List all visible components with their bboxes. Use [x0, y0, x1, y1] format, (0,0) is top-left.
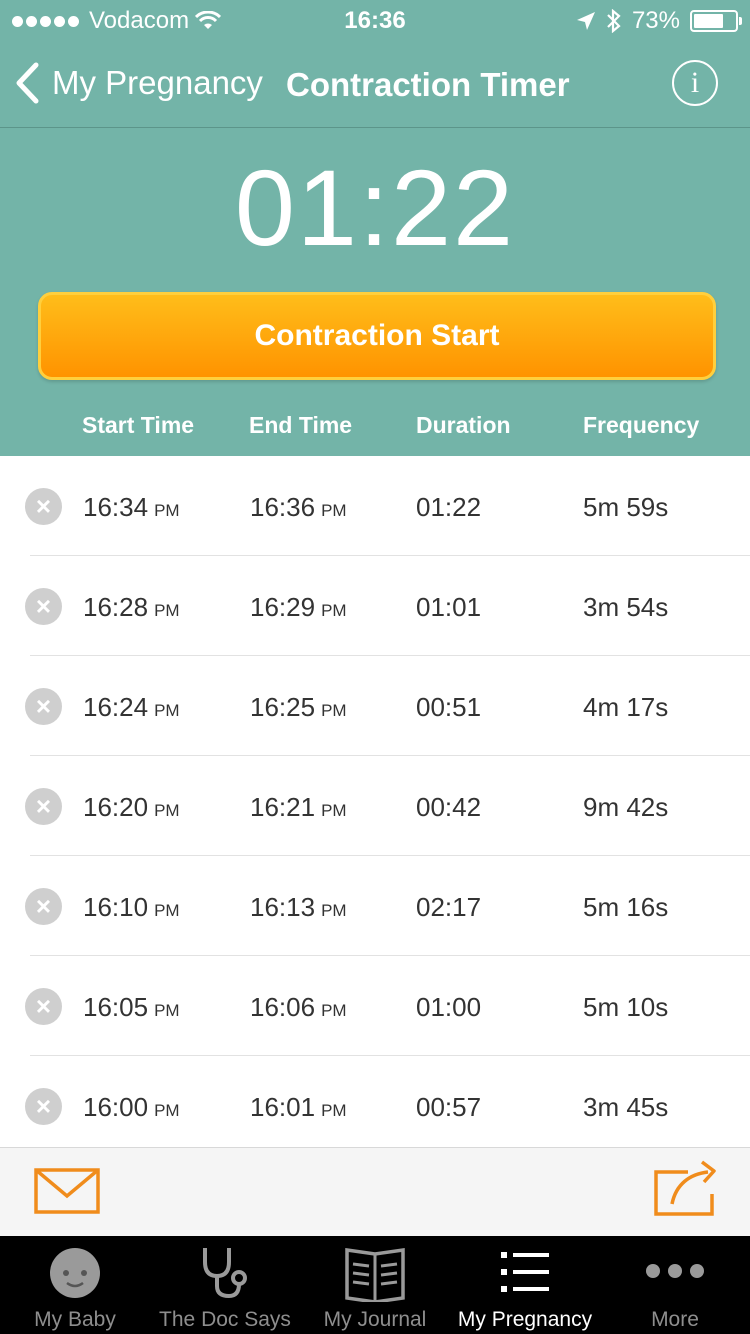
battery-percent: 73% — [631, 7, 680, 34]
tab-my-journal[interactable]: My Journal — [300, 1236, 450, 1334]
end-time-cell: 16:25 PM — [250, 692, 347, 722]
tab-my-baby[interactable]: My Baby — [0, 1236, 150, 1334]
duration-cell: 00:42 — [416, 792, 482, 822]
contraction-row: × 16:24 PM 16:25 PM 00:51 4m 17s — [0, 656, 750, 756]
start-time-cell: 16:28 PM — [83, 592, 180, 622]
stethoscope-icon — [203, 1248, 247, 1299]
start-time-cell: 16:24 PM — [83, 692, 180, 722]
contraction-row: × 16:28 PM 16:29 PM 01:01 3m 54s — [0, 556, 750, 656]
tab-the-doc-says[interactable]: The Doc Says — [150, 1236, 300, 1334]
location-arrow-icon — [576, 12, 595, 30]
tab-label: More — [651, 1308, 699, 1331]
info-button[interactable]: i — [672, 60, 718, 106]
delete-contraction-button[interactable]: × — [25, 888, 62, 925]
start-time-cell: 16:05 PM — [83, 992, 180, 1022]
delete-contraction-button[interactable]: × — [25, 588, 62, 625]
duration-cell: 00:51 — [416, 692, 482, 722]
action-toolbar — [0, 1147, 750, 1236]
end-time-cell: 16:29 PM — [250, 592, 347, 622]
start-time-cell: 16:10 PM — [83, 892, 180, 922]
page-title: Contraction Timer — [286, 66, 570, 103]
navigation-bar: My Pregnancy Contraction Timer i — [0, 40, 750, 128]
chevron-left-icon — [16, 62, 39, 104]
frequency-cell: 5m 16s — [583, 892, 669, 922]
contraction-row: × 16:05 PM 16:06 PM 01:00 5m 10s — [0, 956, 750, 1056]
delete-contraction-button[interactable]: × — [25, 688, 62, 725]
bluetooth-icon — [607, 9, 621, 33]
share-icon — [654, 1160, 716, 1216]
frequency-cell: 5m 59s — [583, 492, 669, 522]
status-bar: Vodacom 16:36 73% — [0, 0, 750, 40]
envelope-icon — [34, 1168, 100, 1214]
contraction-row: × 16:34 PM 16:36 PM 01:22 5m 59s — [0, 456, 750, 556]
delete-contraction-button[interactable]: × — [25, 988, 62, 1025]
contraction-list[interactable]: × 16:34 PM 16:36 PM 01:22 5m 59s × 16:28 PM… — [0, 456, 750, 1146]
contraction-row: × 16:10 PM 16:13 PM 02:17 5m 16s — [0, 856, 750, 956]
delete-contraction-button[interactable]: × — [25, 1088, 62, 1125]
duration-cell: 01:01 — [416, 592, 482, 622]
frequency-cell: 5m 10s — [583, 992, 669, 1022]
header-area: Vodacom 16:36 73% My Pregnancy Contracti… — [0, 0, 750, 456]
back-button[interactable]: My Pregnancy — [14, 62, 263, 104]
start-time-cell: 16:20 PM — [83, 792, 180, 822]
end-time-cell: 16:01 PM — [250, 1092, 347, 1122]
start-time-cell: 16:34 PM — [83, 492, 180, 522]
frequency-cell: 3m 54s — [583, 592, 669, 622]
email-button[interactable] — [34, 1168, 100, 1219]
more-dots-icon — [646, 1264, 704, 1278]
duration-cell: 02:17 — [416, 892, 482, 922]
tab-more[interactable]: More — [600, 1236, 750, 1334]
tab-bar: My Baby The Doc Says My Journal My Pregn… — [0, 1236, 750, 1334]
tab-label: My Journal — [323, 1308, 427, 1331]
status-right: 73% — [576, 7, 742, 35]
column-header-end-time: End Time — [249, 412, 353, 438]
delete-contraction-button[interactable]: × — [25, 488, 62, 525]
contraction-start-button[interactable]: Contraction Start — [38, 292, 716, 380]
back-label: My Pregnancy — [52, 64, 263, 101]
contraction-timer-display: 01:22 — [234, 147, 516, 268]
frequency-cell: 9m 42s — [583, 792, 669, 822]
tab-label: My Pregnancy — [457, 1308, 593, 1331]
tab-label: My Baby — [34, 1308, 116, 1331]
duration-cell: 01:22 — [416, 492, 482, 522]
column-header-frequency: Frequency — [583, 412, 700, 438]
tab-my-pregnancy[interactable]: My Pregnancy — [450, 1236, 600, 1334]
tab-label: The Doc Says — [159, 1308, 291, 1331]
duration-cell: 00:57 — [416, 1092, 482, 1122]
frequency-cell: 4m 17s — [583, 692, 669, 722]
delete-contraction-button[interactable]: × — [25, 788, 62, 825]
contraction-row: × 16:00 PM 16:01 PM 00:57 3m 45s — [0, 1056, 750, 1146]
end-time-cell: 16:06 PM — [250, 992, 347, 1022]
frequency-cell: 3m 45s — [583, 1092, 669, 1122]
end-time-cell: 16:13 PM — [250, 892, 347, 922]
contraction-row: × 16:20 PM 16:21 PM 00:42 9m 42s — [0, 756, 750, 856]
column-header-start-time: Start Time — [82, 412, 195, 438]
duration-cell: 01:00 — [416, 992, 482, 1022]
end-time-cell: 16:21 PM — [250, 792, 347, 822]
share-button[interactable] — [652, 1156, 720, 1223]
end-time-cell: 16:36 PM — [250, 492, 347, 522]
battery-icon — [690, 10, 742, 32]
list-icon — [501, 1252, 549, 1292]
start-time-cell: 16:00 PM — [83, 1092, 180, 1122]
baby-face-icon — [50, 1248, 100, 1298]
column-header-duration: Duration — [416, 412, 511, 438]
journal-icon — [345, 1247, 405, 1302]
